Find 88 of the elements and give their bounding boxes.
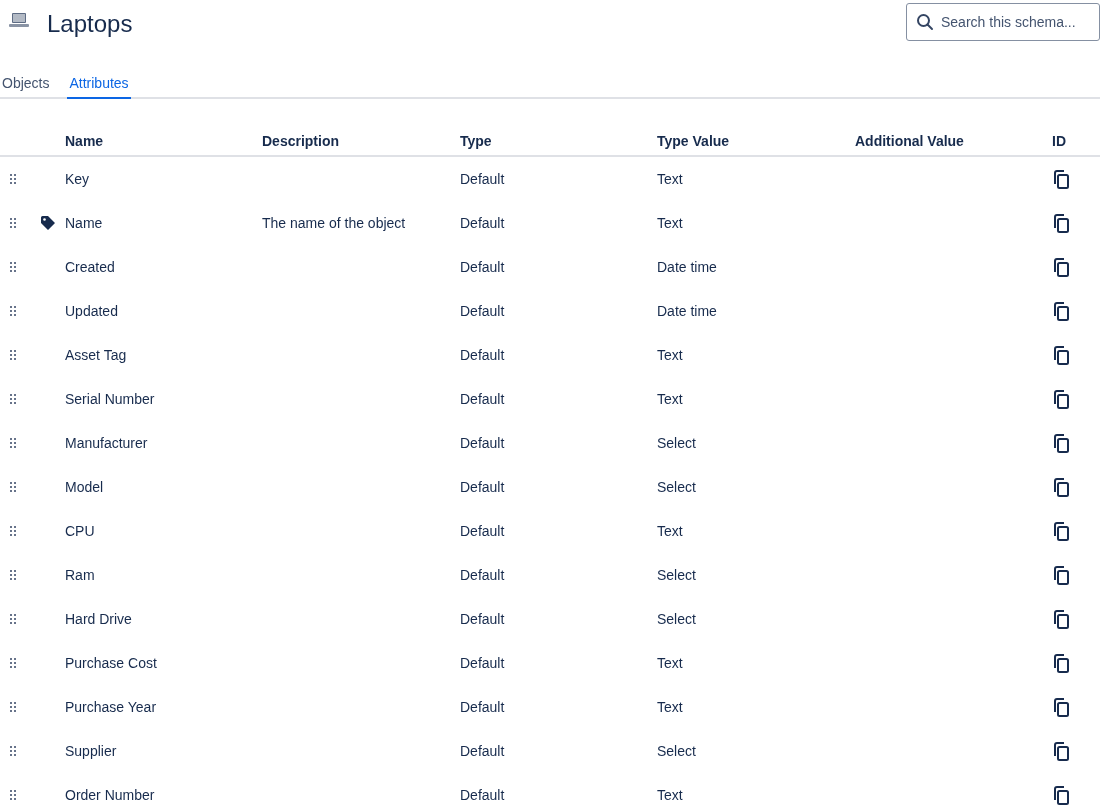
column-header: Name xyxy=(65,133,105,149)
table-cell: Default xyxy=(460,347,505,363)
table-cell: The name of the object xyxy=(262,215,406,231)
copy-icon[interactable] xyxy=(1053,785,1069,805)
table-cell: Default xyxy=(460,787,505,803)
drag-handle-icon[interactable] xyxy=(10,174,16,184)
table-cell: Select xyxy=(657,479,696,495)
table-cell: CPU xyxy=(65,523,95,539)
drag-handle-icon[interactable] xyxy=(10,790,16,800)
table-cell: Text xyxy=(657,171,683,187)
copy-icon[interactable] xyxy=(1053,301,1069,321)
table-cell: Text xyxy=(657,215,683,231)
copy-icon[interactable] xyxy=(1053,169,1069,189)
table-cell: Asset Tag xyxy=(65,347,127,363)
column-header: Type Value xyxy=(657,133,731,149)
table-cell: Text xyxy=(657,655,683,671)
table-cell: Order Number xyxy=(65,787,155,803)
laptop-icon xyxy=(9,12,29,28)
table-cell: Text xyxy=(657,699,683,715)
table-cell: Select xyxy=(657,611,696,627)
drag-handle-icon[interactable] xyxy=(10,614,16,624)
table-cell: Text xyxy=(657,347,683,363)
table-cell: Updated xyxy=(65,303,118,319)
drag-handle-icon[interactable] xyxy=(10,394,16,404)
table-cell: Date time xyxy=(657,303,717,319)
table-cell: Created xyxy=(65,259,115,275)
table-cell: Default xyxy=(460,699,505,715)
page-title: Laptops xyxy=(47,9,133,39)
table-cell: Ram xyxy=(65,567,95,583)
column-header: ID xyxy=(1051,133,1067,149)
table-cell: Default xyxy=(460,391,505,407)
table-cell: Model xyxy=(65,479,104,495)
table-cell: Default xyxy=(460,655,505,671)
copy-icon[interactable] xyxy=(1053,565,1069,585)
table-cell: Select xyxy=(657,567,696,583)
drag-handle-icon[interactable] xyxy=(10,658,16,668)
drag-handle-icon[interactable] xyxy=(10,702,16,712)
table-cell: Default xyxy=(460,743,505,759)
copy-icon[interactable] xyxy=(1053,609,1069,629)
table-cell: Select xyxy=(657,743,696,759)
drag-handle-icon[interactable] xyxy=(10,218,16,228)
copy-icon[interactable] xyxy=(1053,433,1069,453)
table-cell: Name xyxy=(65,215,103,231)
copy-icon[interactable] xyxy=(1053,521,1069,541)
table-cell: Serial Number xyxy=(65,391,155,407)
copy-icon[interactable] xyxy=(1053,213,1069,233)
copy-icon[interactable] xyxy=(1053,345,1069,365)
table-cell: Default xyxy=(460,215,505,231)
copy-icon[interactable] xyxy=(1053,697,1069,717)
table-cell: Date time xyxy=(657,259,717,275)
column-header: Type xyxy=(460,133,493,149)
drag-handle-icon[interactable] xyxy=(10,482,16,492)
search-icon xyxy=(916,13,934,31)
table-cell: Select xyxy=(657,435,696,451)
table-cell: Text xyxy=(657,391,683,407)
drag-handle-icon[interactable] xyxy=(10,306,16,316)
table-cell: Default xyxy=(460,259,505,275)
search-field[interactable]: Search this schema... xyxy=(906,3,1100,41)
table-cell: Default xyxy=(460,303,505,319)
table-cell: Default xyxy=(460,479,505,495)
drag-handle-icon[interactable] xyxy=(10,262,16,272)
copy-icon[interactable] xyxy=(1053,653,1069,673)
drag-handle-icon[interactable] xyxy=(10,746,16,756)
tab[interactable]: Attributes xyxy=(67,70,131,99)
drag-handle-icon[interactable] xyxy=(10,438,16,448)
column-header: Additional Value xyxy=(855,133,965,149)
drag-handle-icon[interactable] xyxy=(10,570,16,580)
table-cell: Manufacturer xyxy=(65,435,148,451)
table-cell: Default xyxy=(460,435,505,451)
copy-icon[interactable] xyxy=(1053,257,1069,277)
tab[interactable]: Objects xyxy=(0,70,52,99)
table-cell: Default xyxy=(460,171,505,187)
table-cell: Key xyxy=(65,171,90,187)
table-cell: Purchase Cost xyxy=(65,655,157,671)
drag-handle-icon[interactable] xyxy=(10,526,16,536)
table-cell: Default xyxy=(460,523,505,539)
table-cell: Supplier xyxy=(65,743,117,759)
table-cell: Text xyxy=(657,523,683,539)
table-cell: Default xyxy=(460,567,505,583)
table-cell: Default xyxy=(460,611,505,627)
copy-icon[interactable] xyxy=(1053,389,1069,409)
table-cell: Text xyxy=(657,787,683,803)
table-cell: Hard Drive xyxy=(65,611,132,627)
drag-handle-icon[interactable] xyxy=(10,350,16,360)
copy-icon[interactable] xyxy=(1053,741,1069,761)
column-header: Description xyxy=(262,133,340,149)
table-cell: Purchase Year xyxy=(65,699,157,715)
copy-icon[interactable] xyxy=(1053,477,1069,497)
